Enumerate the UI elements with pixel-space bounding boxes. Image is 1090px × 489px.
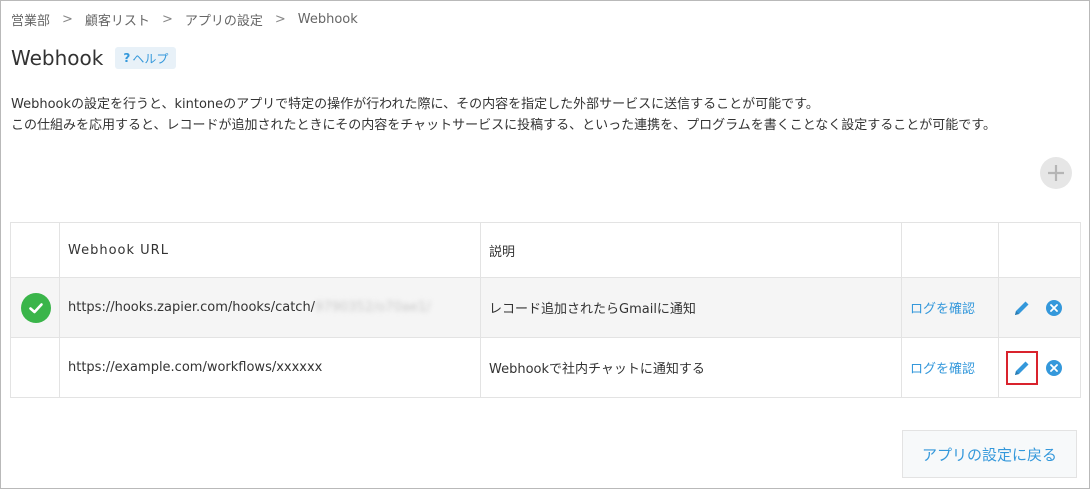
description-column-header: 説明 [480,222,902,278]
log-cell: ログを確認 [901,277,999,338]
add-webhook-button[interactable] [1040,157,1072,189]
log-column-header [901,222,999,278]
status-cell [10,277,60,338]
page-description: Webhookの設定を行うと、kintoneのアプリで特定の操作が行われた際に、… [11,94,996,136]
description-line-1: Webhookの設定を行うと、kintoneのアプリで特定の操作が行われた際に、… [11,97,819,112]
table-header-row: Webhook URL 説明 [10,222,1081,278]
actions-cell [998,337,1081,398]
close-icon [1050,303,1058,312]
webhook-url: https://hooks.zapier.com/hooks/catch/ [68,300,316,315]
webhook-url: https://example.com/workflows/xxxxxx [68,360,323,375]
breadcrumb-item-current: Webhook [297,12,358,27]
table-row: https://hooks.zapier.com/hooks/catch/979… [10,277,1081,338]
log-cell: ログを確認 [901,337,999,398]
delete-button[interactable] [1046,359,1062,376]
row-actions [1000,350,1080,385]
breadcrumb-separator: > [62,12,73,27]
edit-button[interactable] [1006,291,1038,325]
enabled-check-icon [21,292,51,323]
row-actions [1000,291,1080,325]
webhook-url-hidden-part: 9790352/o70ae1/ [315,300,431,315]
description-cell: Webhookで社内チャットに通知する [480,337,902,398]
breadcrumb-item-app-settings[interactable]: アプリの設定 [185,10,263,29]
edit-button[interactable] [1006,350,1038,385]
table-row: https://example.com/workflows/xxxxxx Web… [10,337,1081,398]
actions-column-header [998,222,1081,278]
page-title: Webhook [11,46,104,70]
status-cell [10,337,60,398]
breadcrumb-separator: > [274,12,286,27]
help-button[interactable]: ? ヘルプ [115,47,177,69]
actions-cell [998,277,1081,338]
status-column-header [10,222,60,278]
description-cell: レコード追加されたらGmailに通知 [480,277,902,338]
url-cell: https://hooks.zapier.com/hooks/catch/979… [59,277,481,338]
view-log-link[interactable]: ログを確認 [910,302,975,317]
back-to-app-settings-button[interactable]: アプリの設定に戻る [902,430,1077,478]
breadcrumb-item-app[interactable]: 顧客リスト [85,10,150,29]
plus-icon [1048,165,1064,181]
title-row: Webhook ? ヘルプ [11,46,177,70]
url-column-header: Webhook URL [59,222,481,278]
view-log-link[interactable]: ログを確認 [910,362,975,377]
help-label: ヘルプ [132,51,169,66]
close-icon [1050,363,1058,372]
url-cell: https://example.com/workflows/xxxxxx [59,337,481,398]
breadcrumb: 営業部 > 顧客リスト > アプリの設定 > Webhook [11,10,358,29]
description-line-2: この仕組みを応用すると、レコードが追加されたときにその内容をチャットサービスに投… [11,118,997,133]
help-icon: ? [123,51,131,65]
pencil-icon [1015,361,1029,375]
breadcrumb-item-department[interactable]: 営業部 [11,10,50,29]
webhook-table: Webhook URL 説明 https://hooks.zapier.com/… [10,222,1081,398]
pencil-icon [1015,301,1029,315]
delete-button[interactable] [1046,299,1062,316]
breadcrumb-separator: > [161,12,173,27]
